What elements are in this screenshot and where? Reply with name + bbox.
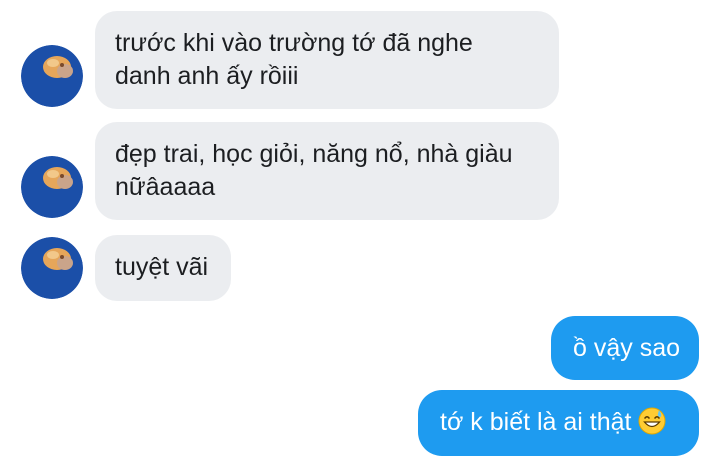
message-line: tuyệt vãi [115,253,209,281]
message-line: đẹp trai, học giỏi, năng nổ, nhà giàu [115,140,513,168]
incoming-message-bubble[interactable]: tuyệt vãi [95,235,231,301]
avatar-image [21,237,83,299]
message-text: tớ k biết là ai thật [440,408,632,436]
avatar-image [21,156,83,218]
message-line: trước khi vào trường tớ đã nghe [115,29,473,57]
message-line: danh anh ấy rồiii [115,62,299,90]
message-line: ồ vậy sao [573,334,681,362]
outgoing-message-bubble[interactable]: ồ vậy sao [551,316,699,380]
message-line: nữâaaaa [115,173,216,201]
message-line: tớ k biết là ai thật [440,406,677,439]
incoming-message-bubble[interactable]: trước khi vào trường tớ đã nghe danh anh… [95,11,559,109]
grinning-sweat-emoji-icon [638,407,666,435]
contact-avatar[interactable] [21,45,83,107]
contact-avatar[interactable] [21,237,83,299]
avatar-image [21,45,83,107]
incoming-message-bubble[interactable]: đẹp trai, học giỏi, năng nổ, nhà giàu nữ… [95,122,559,220]
contact-avatar[interactable] [21,156,83,218]
outgoing-message-bubble[interactable]: tớ k biết là ai thật [418,390,699,456]
